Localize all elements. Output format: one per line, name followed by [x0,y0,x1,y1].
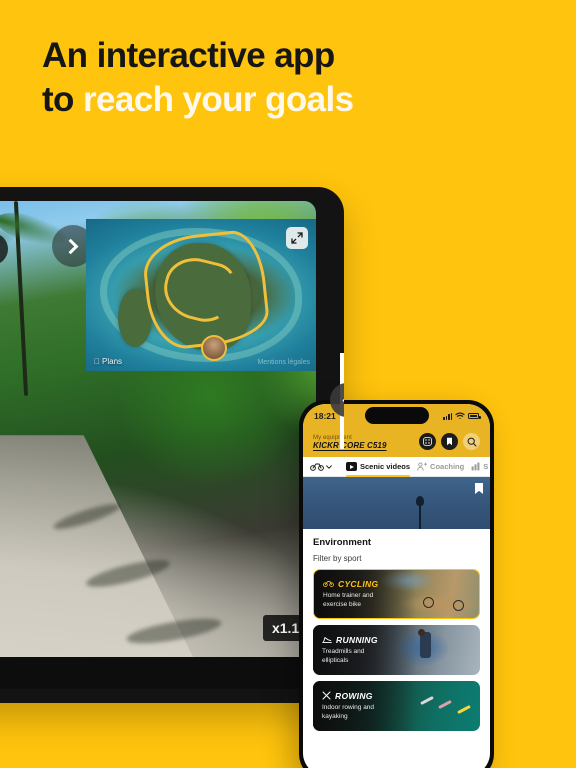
app-header: My equipment KICKR CORE C519 [303,428,490,457]
tab-coaching[interactable]: Coaching [417,462,464,476]
page-title: An interactive app to reach your goals [42,34,522,122]
shoe-icon [322,636,332,643]
search-icon[interactable] [463,433,480,450]
chevron-left-icon [342,392,344,408]
headline-line-2: to reach your goals [42,78,522,122]
wifi-icon [455,412,465,419]
card-title-row: CYCLING [323,579,389,589]
tab-label: Coaching [430,462,465,471]
map-brand:  Plans [94,357,122,366]
card-description: Treadmills and ellipticals [322,647,365,664]
map-attribution: Mentions légales [257,359,310,366]
bookmark-icon[interactable] [441,433,458,450]
tab-label: S [483,462,489,471]
card-title: RUNNING [336,634,378,645]
battery-icon [468,413,481,419]
equipment-block[interactable]: My equipment KICKR CORE C519 [313,435,387,450]
stats-icon [471,462,480,471]
chevron-down-icon [326,464,332,469]
status-icons [443,412,481,420]
card-title: CYCLING [338,578,379,589]
tablet-bottom-bar [0,657,316,689]
chevron-right-icon [62,238,78,254]
tab-bar: Scenic videos Coaching S [303,457,490,477]
tab-label: Scenic videos [360,462,411,471]
tab-stats[interactable]: S [471,462,488,476]
bookmark-icon[interactable] [475,483,483,494]
card-text: RUNNING Treadmills and ellipticals [313,635,388,666]
sport-card-running[interactable]: RUNNING Treadmills and ellipticals [313,625,480,675]
expand-icon[interactable] [286,227,308,249]
filter-label: Filter by sport [313,554,362,563]
card-description: Indoor rowing and kayaking [322,703,375,720]
card-text: CYCLING Home trainer and exercise bike [314,579,389,610]
card-title-row: ROWING [322,691,388,701]
bike-icon [323,581,334,588]
coach-icon [417,462,428,471]
bike-icon [310,463,324,471]
oars-icon [322,691,331,700]
equipment-name: KICKR CORE C519 [313,441,387,450]
silhouette-figure [415,496,424,529]
route-minimap[interactable]:  Plans Mentions légales [86,219,316,371]
environment-panel: Environment Filter by sport [303,529,490,563]
dynamic-island [364,407,429,424]
tablet-device: 29 km 01 : 13 [0,187,344,703]
card-description: Home trainer and exercise bike [323,591,374,608]
sport-card-rowing[interactable]: ROWING Indoor rowing and kayaking [313,681,480,731]
sport-card-list: CYCLING Home trainer and exercise bike R… [303,563,490,731]
map-brand-label: Plans [96,357,122,366]
headline-prefix: to [42,80,83,120]
promo-screenshot: An interactive app to reach your goals 2… [0,0,576,768]
tablet-screen: 29 km 01 : 13 [0,201,316,689]
rider-avatar [201,334,227,361]
status-time: 18:21 [314,411,336,421]
apple-logo-icon:  [94,357,100,366]
signal-icon [443,412,452,420]
cyclist-figure [422,596,434,608]
sport-selector[interactable] [310,462,332,476]
video-icon [346,462,357,471]
panel-title: Environment [313,537,372,548]
headline-accent: reach your goals [82,80,354,120]
card-title: ROWING [335,690,373,701]
card-text: ROWING Indoor rowing and kayaking [313,691,388,722]
card-title-row: RUNNING [322,635,388,645]
hero-banner[interactable] [303,477,490,529]
cyclist-figure [452,599,464,611]
phone-screen: 18:21 My equipment KICKR CORE C519 Sceni… [303,404,490,768]
header-buttons [419,433,480,450]
numbers-grid-icon[interactable] [419,433,436,450]
phone-device: 18:21 My equipment KICKR CORE C519 Sceni… [299,400,494,768]
sport-card-cycling[interactable]: CYCLING Home trainer and exercise bike [313,569,480,619]
tab-scenic-videos[interactable]: Scenic videos [346,462,411,477]
headline-line-1: An interactive app [42,36,335,75]
